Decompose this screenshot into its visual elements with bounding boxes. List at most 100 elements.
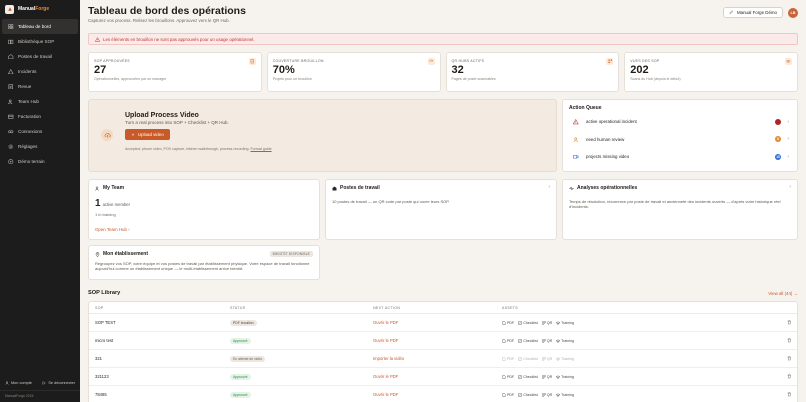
brand[interactable]: ManualForge	[0, 0, 80, 18]
asset-pdf[interactable]: PDF	[502, 339, 514, 343]
table-row[interactable]: 321 En attente de vidéo Importer la vidéo P…	[89, 350, 797, 368]
table-row[interactable]: micro test Approuvé Ouvrir le PDF PDF Checkl…	[89, 332, 797, 350]
table-row[interactable]: SOP TEST PDF brouillon Ouvrir le PDF PDF Che…	[89, 314, 797, 332]
sidebar-item-team-hub[interactable]: Team Hub	[2, 94, 78, 109]
upload-video-button[interactable]: Upload video	[125, 129, 170, 140]
col-next-action: NEXT ACTION	[373, 305, 401, 310]
asset-pdf[interactable]: PDF	[502, 393, 514, 397]
warning-icon	[95, 36, 100, 42]
queue-item[interactable]: need human review 8 ›	[569, 131, 791, 149]
next-action-link[interactable]: Ouvrir le PDF	[373, 338, 502, 343]
sidebar-item-label: Revue	[18, 84, 32, 89]
trash-icon[interactable]	[781, 392, 797, 397]
col-sop: SOP	[95, 305, 104, 310]
next-action-link[interactable]: Ouvrir le PDF	[373, 320, 502, 325]
sop-name[interactable]: 321	[89, 356, 230, 361]
asset-pdf[interactable]: PDF	[502, 321, 514, 325]
qr-code-icon	[606, 58, 614, 65]
my-team-card[interactable]: My Team 1 active member 1 in training Ope…	[88, 179, 320, 240]
sop-name[interactable]: SOP TEST	[89, 320, 230, 325]
sidebar-item-connexions[interactable]: Connexions	[2, 124, 78, 139]
sidebar-item-label: Démo terrain	[18, 159, 45, 164]
asset-qr[interactable]: QR	[542, 339, 552, 343]
avatar[interactable]: LB	[788, 7, 798, 18]
sidebar-item-demo-terrain[interactable]: Démo terrain	[2, 154, 78, 169]
stat-value: 27	[94, 64, 107, 76]
clipboard-check-icon	[248, 58, 256, 65]
asset-checklist[interactable]: Checklist	[518, 321, 538, 325]
sidebar-item-revue[interactable]: Revue	[2, 79, 78, 94]
team-count-label: active member	[102, 202, 131, 207]
grid-icon	[8, 24, 14, 30]
checklist-icon	[518, 356, 522, 361]
asset-qr[interactable]: QR	[542, 321, 552, 325]
asset-training[interactable]: Training	[556, 339, 574, 343]
workstations-body: 10 postes de travail — un QR code par po…	[332, 199, 450, 204]
sidebar-item-postes-de-travail[interactable]: Postes de travail	[2, 49, 78, 64]
sidebar-item-label: Incidents	[18, 69, 37, 74]
asset-checklist[interactable]: Checklist	[518, 375, 538, 379]
sidebar-footer: Mon compte Se déconnecter ManualForge 20…	[0, 376, 80, 402]
pdf-icon	[502, 338, 506, 343]
account-link[interactable]: Mon compte	[5, 381, 32, 385]
queue-item-label: projects missing video	[586, 154, 630, 160]
next-action-link[interactable]: Ouvrir le PDF	[373, 392, 502, 397]
checklist-icon	[518, 338, 522, 343]
col-status: STATUS	[230, 305, 246, 310]
view-all-link[interactable]: View all (44) →	[768, 291, 798, 296]
trash-icon[interactable]	[781, 356, 797, 361]
trash-icon[interactable]	[781, 320, 797, 325]
analytics-card[interactable]: Analyses opérationnelles › Temps de réso…	[562, 179, 798, 240]
asset-training[interactable]: Training	[556, 321, 574, 325]
establishment-title: Mon établissement	[103, 251, 149, 257]
org-switcher-button[interactable]: Manual Forge Démo	[723, 7, 783, 18]
logout-button[interactable]: Se déconnecter	[42, 381, 75, 385]
sop-name[interactable]: micro test	[89, 338, 230, 343]
analytics-body: Temps de résolution, récurrence par post…	[569, 199, 781, 210]
asset-checklist[interactable]: Checklist	[518, 393, 538, 397]
users-icon	[95, 186, 99, 191]
queue-item[interactable]: projects missing video 15 ›	[569, 148, 791, 166]
stat-note: Projets pour un brouillon	[272, 77, 312, 81]
training-icon	[556, 357, 561, 361]
asset-training[interactable]: Training	[556, 375, 574, 379]
sidebar-item-tableau-de-bord[interactable]: Tableau de bord	[2, 19, 78, 34]
sidebar-item-incidents[interactable]: Incidents	[2, 64, 78, 79]
asset-training: Training	[556, 357, 574, 361]
sidebar: ManualForge Tableau de bord Bibliothèque …	[0, 0, 80, 402]
format-guide-link[interactable]: Format guide	[250, 147, 271, 151]
queue-item[interactable]: active operational incident ›	[569, 113, 791, 131]
next-action-link[interactable]: Ouvrir le PDF	[373, 374, 502, 379]
establishment-card: Mon établissement BIENTÔT DISPONIBLE Reg…	[88, 245, 320, 280]
asset-checklist[interactable]: Checklist	[518, 339, 538, 343]
asset-pdf[interactable]: PDF	[502, 375, 514, 379]
sidebar-item-facturation[interactable]: Facturation	[2, 109, 78, 124]
queue-item-label: active operational incident	[586, 119, 637, 125]
sop-name[interactable]: 78485	[89, 392, 230, 397]
trash-icon[interactable]	[781, 374, 797, 379]
sidebar-item-label: Bibliothèque SOP	[18, 39, 55, 44]
stat-card: VUES DES SOP 202 Scans du Hub (depuis le d…	[624, 52, 798, 92]
sidebar-item-reglages[interactable]: Réglages	[2, 139, 78, 154]
sidebar-item-label: Team Hub	[18, 99, 39, 104]
asset-pdf: PDF	[502, 357, 514, 361]
sop-name[interactable]: 321123	[89, 374, 230, 379]
asset-qr[interactable]: QR	[542, 375, 552, 379]
table-row[interactable]: 78485 Approuvé Ouvrir le PDF PDF Checklist QR…	[89, 386, 797, 402]
draft-alert: Les éléments en brouillon ne sont pas ap…	[88, 33, 798, 45]
play-icon	[8, 159, 14, 165]
training-icon	[556, 339, 561, 343]
users-icon	[8, 99, 14, 105]
asset-training[interactable]: Training	[556, 393, 574, 397]
table-row[interactable]: 321123 Approuvé Ouvrir le PDF PDF Checklist Q…	[89, 368, 797, 386]
chevron-right-icon: ›	[787, 153, 789, 160]
upload-icon	[131, 132, 135, 136]
asset-qr[interactable]: QR	[542, 393, 552, 397]
pdf-icon	[502, 374, 506, 379]
trash-icon[interactable]	[781, 338, 797, 343]
open-team-hub-link[interactable]: Open Team Hub ›	[95, 227, 313, 232]
workstations-card[interactable]: Postes de travail › 10 postes de travail…	[325, 179, 557, 240]
sidebar-item-bibliotheque-sop[interactable]: Bibliothèque SOP	[2, 34, 78, 49]
next-action-link[interactable]: Importer la vidéo	[373, 356, 502, 361]
sidebar-item-label: Tableau de bord	[18, 24, 51, 29]
